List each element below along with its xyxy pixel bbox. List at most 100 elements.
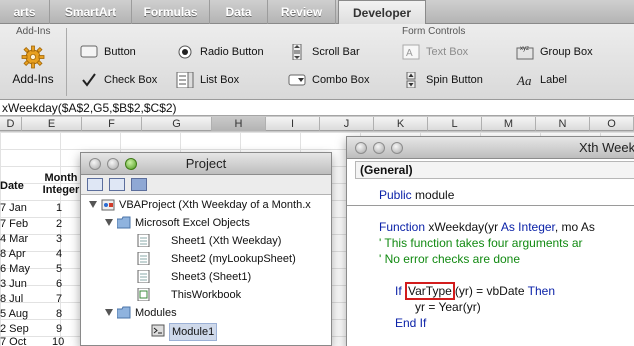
tree-item-label: Microsoft Excel Objects xyxy=(135,217,250,229)
date-cell[interactable]: 2 Sep xyxy=(0,322,29,336)
tab-smartart[interactable]: SmartArt xyxy=(50,0,132,24)
toggle-folders-icon[interactable] xyxy=(131,178,147,191)
column-header-e[interactable]: E xyxy=(22,117,82,131)
scroll-bar-icon xyxy=(292,44,302,60)
tree-item-label: Sheet1 (Xth Weekday) xyxy=(171,235,282,247)
tab-developer[interactable]: Developer xyxy=(338,0,426,25)
date-cell[interactable]: 6 May xyxy=(0,262,30,276)
date-cell[interactable]: 7 Jan xyxy=(0,201,27,215)
group-box-icon: xyz xyxy=(516,46,534,60)
ribbon-tab-bar: arts SmartArt Formulas Data Review Devel… xyxy=(0,0,634,25)
date-cell[interactable]: 7 Feb xyxy=(0,217,28,231)
code-line-year[interactable]: yr = Year(yr) xyxy=(415,299,481,315)
tree-item-label: ThisWorkbook xyxy=(171,289,242,301)
month-cell[interactable]: 1 xyxy=(56,201,62,215)
code-window: Xth Week (General) Public module Functio… xyxy=(346,136,634,346)
radio-button-icon xyxy=(178,45,192,59)
add-ins-label: Add-Ins xyxy=(12,72,54,86)
column-header-k[interactable]: K xyxy=(374,117,428,131)
minimize-window-button[interactable] xyxy=(373,142,385,154)
combo-box-icon xyxy=(288,74,306,86)
tab-formulas[interactable]: Formulas xyxy=(132,0,210,24)
sheet-icon xyxy=(137,252,150,265)
code-line-end-if[interactable]: End If xyxy=(395,315,426,331)
button-control-label: Button xyxy=(104,46,136,58)
column-header-h[interactable]: H xyxy=(212,117,266,131)
add-ins-button[interactable]: Add-Ins xyxy=(6,44,60,94)
module-icon xyxy=(151,324,165,337)
code-comment-line[interactable]: ' This function takes four arguments ar xyxy=(379,235,583,251)
tree-item-label: Modules xyxy=(135,307,177,319)
tab-charts[interactable]: arts xyxy=(0,0,50,24)
disclosure-triangle-icon[interactable] xyxy=(89,201,97,208)
folder-icon xyxy=(117,216,131,229)
column-header-j[interactable]: J xyxy=(320,117,374,131)
label-control-label: Label xyxy=(540,74,567,86)
date-cell[interactable]: 4 Mar xyxy=(0,232,28,246)
close-window-button[interactable] xyxy=(89,158,101,170)
date-cell[interactable]: 8 Jul xyxy=(0,292,23,306)
code-title-bar[interactable]: Xth Week xyxy=(347,137,634,159)
formula-bar[interactable]: xWeekday($A$2,G5,$B$2,$C$2) xyxy=(0,100,634,116)
column-header-o[interactable]: O xyxy=(590,117,634,131)
text-box-icon: A xyxy=(402,44,420,60)
date-cell[interactable]: 5 Aug xyxy=(0,307,28,321)
month-cell[interactable]: 4 xyxy=(56,247,62,261)
date-cell[interactable]: 7 Oct xyxy=(0,335,26,346)
zoom-window-button[interactable] xyxy=(391,142,403,154)
disclosure-triangle-icon[interactable] xyxy=(105,219,113,226)
disclosure-triangle-icon[interactable] xyxy=(105,309,113,316)
svg-text:A: A xyxy=(406,48,413,59)
column-header-n[interactable]: N xyxy=(536,117,590,131)
date-column-heading: Date xyxy=(0,180,24,192)
group-divider xyxy=(66,28,67,96)
column-header-g[interactable]: G xyxy=(142,117,212,131)
month-cell[interactable]: 10 xyxy=(52,335,64,346)
code-text: (yr) = vbDate xyxy=(454,284,528,298)
object-dropdown[interactable]: (General) xyxy=(355,161,634,179)
tab-data[interactable]: Data xyxy=(210,0,268,24)
text-box-label: Text Box xyxy=(426,46,469,58)
column-header-l[interactable]: L xyxy=(428,117,482,131)
gear-icon xyxy=(21,45,45,69)
column-header-m[interactable]: M xyxy=(482,117,536,131)
column-header-d[interactable]: D xyxy=(0,117,22,131)
tree-item-label: Module1 xyxy=(169,323,218,341)
column-header-row: D E F G H I J K L M N O xyxy=(0,117,634,131)
date-cell[interactable]: 3 Jun xyxy=(0,277,27,291)
month-cell[interactable]: 7 xyxy=(56,292,62,306)
check-box-icon xyxy=(82,73,96,87)
view-object-icon[interactable] xyxy=(109,178,125,191)
code-comment-line[interactable]: ' No error checks are done xyxy=(379,251,520,267)
project-window-title: Project xyxy=(185,156,227,171)
tab-review[interactable]: Review xyxy=(268,0,336,24)
code-line-public-module[interactable]: Public module xyxy=(379,187,454,203)
month-cell[interactable]: 9 xyxy=(56,322,62,336)
folder-icon xyxy=(117,306,131,319)
zoom-window-button[interactable] xyxy=(125,158,137,170)
code-keyword: Public xyxy=(379,188,412,202)
vartype-highlight: VarType xyxy=(405,282,455,300)
view-code-icon[interactable] xyxy=(87,178,103,191)
project-window: Project VBAProject (Xth Weekday of a Mon… xyxy=(80,152,332,346)
code-text: xWeekday(yr xyxy=(425,220,501,234)
vba-project-icon xyxy=(101,199,115,211)
month-cell[interactable]: 6 xyxy=(56,277,62,291)
date-cell[interactable]: 8 Apr xyxy=(0,247,26,261)
label-icon: Aa xyxy=(516,73,532,88)
month-cell[interactable]: 5 xyxy=(56,262,62,276)
addins-group-title: Add-Ins xyxy=(16,26,51,37)
sheet-icon xyxy=(137,270,150,283)
column-header-i[interactable]: I xyxy=(266,117,320,131)
project-toolbar xyxy=(81,175,331,195)
project-title-bar[interactable]: Project xyxy=(81,153,331,175)
month-cell[interactable]: 3 xyxy=(56,232,62,246)
minimize-window-button[interactable] xyxy=(107,158,119,170)
code-line-function[interactable]: Function xWeekday(yr As Integer, mo As xyxy=(379,219,595,235)
month-cell[interactable]: 8 xyxy=(56,307,62,321)
code-line-if-vartype[interactable]: If VarType (yr) = vbDate Then xyxy=(395,282,555,300)
month-integer-heading: Month Integer xyxy=(42,172,80,196)
month-cell[interactable]: 2 xyxy=(56,217,62,231)
close-window-button[interactable] xyxy=(355,142,367,154)
column-header-f[interactable]: F xyxy=(82,117,142,131)
